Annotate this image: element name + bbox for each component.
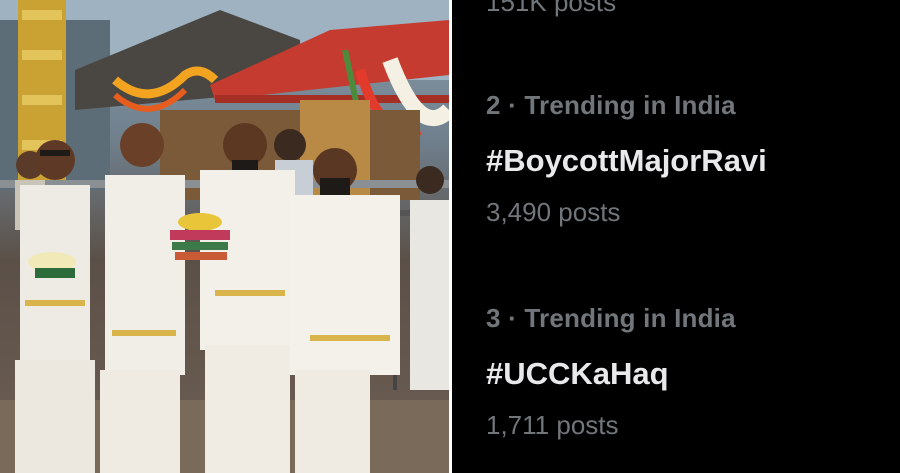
temple-group-photo	[0, 0, 449, 473]
trend-hashtag[interactable]: #BoycottMajorRavi	[486, 143, 767, 179]
trend-rank-label: 3 · Trending in India	[486, 303, 736, 333]
photo-illustration	[0, 0, 449, 473]
trend-post-count: 3,490 posts	[486, 197, 621, 227]
trend-item-2[interactable]: 2 · Trending in India #BoycottMajorRavi …	[486, 90, 767, 228]
trends-panel: 151K posts 2 · Trending in India #Boycot…	[452, 0, 900, 473]
trend-rank-label: 2 · Trending in India	[486, 90, 736, 120]
previous-trend-post-count: 151K posts	[486, 0, 617, 17]
trend-hashtag[interactable]: #UCCKaHaq	[486, 356, 736, 392]
trend-post-count: 1,711 posts	[486, 410, 619, 440]
trend-item-3[interactable]: 3 · Trending in India #UCCKaHaq 1,711 po…	[486, 303, 736, 441]
